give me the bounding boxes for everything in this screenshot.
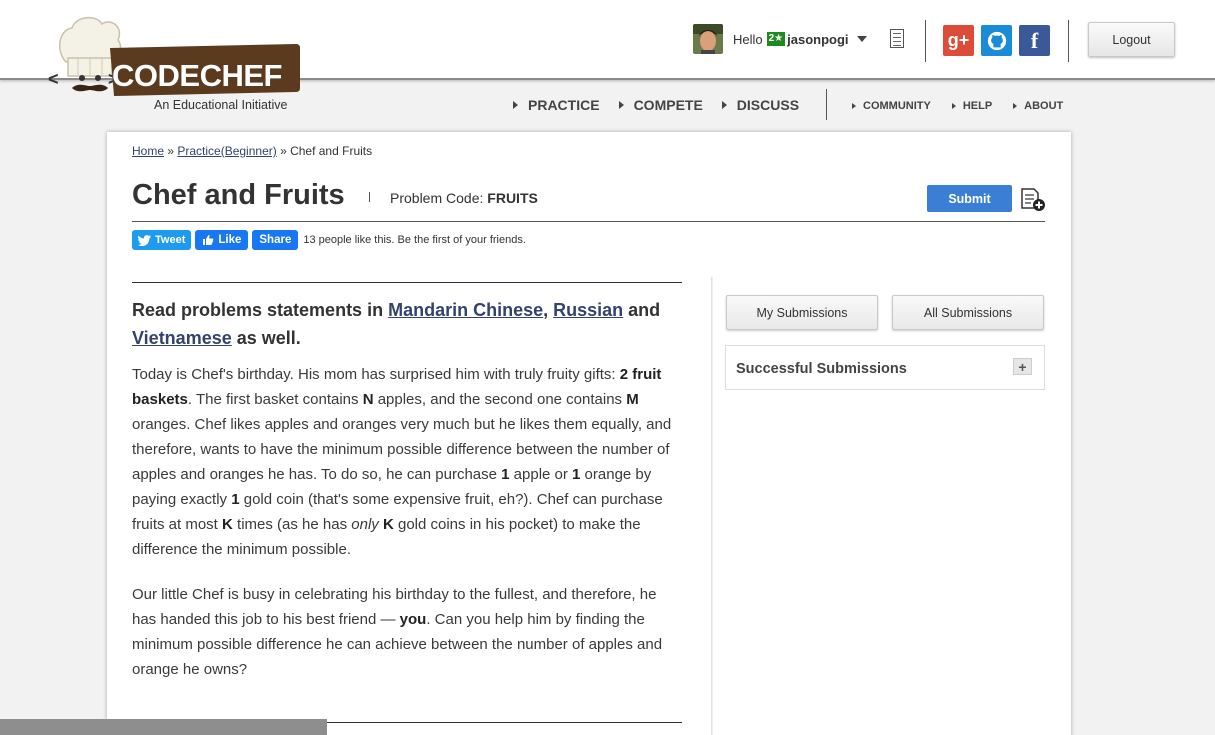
nav-divider [826, 89, 827, 120]
twitter-icon [138, 234, 151, 246]
problem-statement: Read problems statements in Mandarin Chi… [132, 282, 682, 682]
russian-link[interactable]: Russian [553, 300, 623, 320]
breadcrumb-separator: » [164, 144, 178, 158]
successful-submissions-title: Successful Submissions [736, 361, 907, 377]
breadcrumb-home-link[interactable]: Home [132, 144, 164, 158]
header-divider [925, 20, 926, 62]
tagline: An Educational Initiative [154, 98, 288, 112]
github-icon[interactable] [981, 25, 1012, 56]
breadcrumb: Home » Practice(Beginner) » Chef and Fru… [132, 144, 372, 158]
like-count-text: 13 people like this. Be the first of you… [303, 234, 526, 246]
like-label: Like [218, 234, 242, 246]
notes-icon[interactable] [890, 29, 904, 48]
nav-help[interactable]: HELP [951, 100, 993, 112]
problem-card: Home » Practice(Beginner) » Chef and Fru… [107, 132, 1071, 735]
share-bar: Tweet Like Share 13 people like this. Be… [132, 230, 526, 250]
breadcrumb-practice-link[interactable]: Practice(Beginner) [177, 144, 276, 158]
separator-text: , [543, 300, 554, 320]
vietnamese-link[interactable]: Vietnamese [132, 328, 232, 348]
main-nav: PRACTICE COMPETE DISCUSS [513, 97, 799, 113]
breadcrumb-separator: » [276, 144, 291, 158]
nav-label: COMPETE [633, 97, 703, 113]
nav-discuss[interactable]: DISCUSS [721, 97, 800, 113]
thumbs-up-icon [203, 235, 214, 245]
username[interactable]: jasonpogi [787, 32, 848, 47]
problem-code-value: FRUITS [487, 190, 538, 206]
column-divider [711, 277, 713, 735]
statement-paragraph: Today is Chef's birthday. His mom has su… [132, 366, 672, 558]
tweet-button[interactable]: Tweet [132, 230, 192, 250]
separator-text: and [623, 300, 661, 320]
google-plus-icon[interactable]: g+ [943, 25, 974, 56]
nav-label: PRACTICE [528, 97, 600, 113]
my-submissions-button[interactable]: My Submissions [726, 295, 878, 330]
logout-button[interactable]: Logout [1088, 22, 1175, 57]
chevron-down-icon[interactable] [856, 36, 867, 42]
facebook-label: f [1030, 27, 1039, 53]
nav-about[interactable]: ABOUT [1013, 100, 1063, 112]
top-header: < > CODECHEF An Educational Initiative H… [0, 0, 1215, 112]
svg-text:<: < [48, 69, 59, 89]
all-submissions-button[interactable]: All Submissions [892, 295, 1044, 330]
nav-arrow-icon [951, 103, 956, 109]
google-plus-label: g+ [947, 30, 970, 50]
problem-title: Chef and Fruits [132, 179, 345, 211]
bottom-status-bar [0, 719, 327, 735]
successful-submissions-panel: Successful Submissions + [725, 345, 1045, 390]
title-divider-line [132, 221, 1045, 222]
translations-suffix: as well. [231, 328, 301, 348]
nav-arrow-icon [513, 101, 518, 109]
nav-label: COMMUNITY [863, 100, 931, 112]
translations-prefix: Read problems statements in [132, 300, 389, 320]
header-divider [1068, 20, 1069, 62]
mandarin-link[interactable]: Mandarin Chinese [388, 300, 543, 320]
svg-text:CODECHEF: CODECHEF [112, 58, 282, 93]
user-menu[interactable]: Hello 2★ jasonpogi [693, 24, 867, 54]
statement-paragraph: Our little Chef is busy in celebrating h… [132, 586, 663, 678]
tweet-label: Tweet [155, 234, 186, 246]
user-avatar[interactable] [693, 24, 723, 54]
nav-label: DISCUSS [736, 97, 800, 113]
facebook-share-button[interactable]: Share [252, 230, 299, 250]
nav-arrow-icon [852, 103, 856, 109]
nav-label: ABOUT [1024, 100, 1064, 112]
nav-practice[interactable]: PRACTICE [513, 97, 600, 113]
statement-top-rule [132, 282, 682, 283]
add-to-list-icon[interactable] [1020, 188, 1046, 212]
facebook-icon[interactable]: f [1019, 25, 1050, 56]
title-divider [369, 192, 370, 202]
breadcrumb-current: Chef and Fruits [290, 144, 373, 158]
nav-arrow-icon [618, 101, 624, 109]
greeting-text: Hello [733, 31, 763, 47]
secondary-nav: COMMUNITY HELP ABOUT [852, 100, 1063, 112]
problem-code-label: Problem Code: [390, 190, 488, 206]
problem-code: Problem Code: FRUITS [390, 190, 538, 206]
facebook-like-button[interactable]: Like [195, 230, 249, 250]
expand-button[interactable]: + [1013, 358, 1032, 375]
translations-note: Read problems statements in Mandarin Chi… [132, 296, 682, 352]
nav-arrow-icon [721, 101, 727, 109]
star-rating-badge: 2★ [766, 32, 786, 46]
nav-compete[interactable]: COMPETE [618, 97, 703, 113]
nav-arrow-icon [1013, 103, 1018, 109]
submit-button[interactable]: Submit [927, 185, 1012, 212]
nav-label: HELP [962, 100, 993, 112]
nav-community[interactable]: COMMUNITY [852, 100, 931, 112]
